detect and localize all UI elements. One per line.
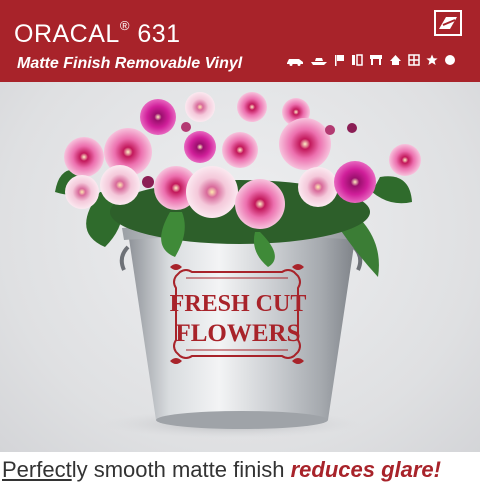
- brand-logo-icon: [434, 10, 462, 36]
- house-icon: [389, 53, 402, 71]
- star-icon: [426, 53, 438, 71]
- caption-plain: ly smooth matte finish: [71, 457, 291, 482]
- boat-icon: [310, 53, 328, 71]
- circle-icon: [444, 53, 456, 71]
- brand-name: ORACAL: [14, 20, 120, 48]
- registered-mark: ®: [119, 17, 130, 33]
- caption-underlined: Perfect: [2, 457, 72, 482]
- sign-line-1: FRESH CUT: [170, 291, 307, 317]
- product-photo: FRESH CUT FLOWERS: [0, 82, 480, 452]
- sign-line-2: FLOWERS: [175, 320, 300, 347]
- caption-emphasis: reduces glare!: [290, 457, 441, 482]
- car-icon: [286, 53, 304, 71]
- flower-bucket-illustration: FRESH CUT FLOWERS: [55, 92, 421, 438]
- model-number: 631: [137, 20, 181, 48]
- brand-title: ORACAL® 631: [14, 17, 181, 49]
- window-icon: [351, 53, 363, 71]
- awning-icon: [369, 53, 383, 71]
- caption-text: Perfectly smooth matte finish reduces gl…: [2, 457, 441, 483]
- grid-icon: [408, 53, 420, 71]
- application-icons: [286, 53, 456, 71]
- product-subtitle: Matte Finish Removable Vinyl: [17, 55, 243, 72]
- flag-icon: [334, 53, 345, 71]
